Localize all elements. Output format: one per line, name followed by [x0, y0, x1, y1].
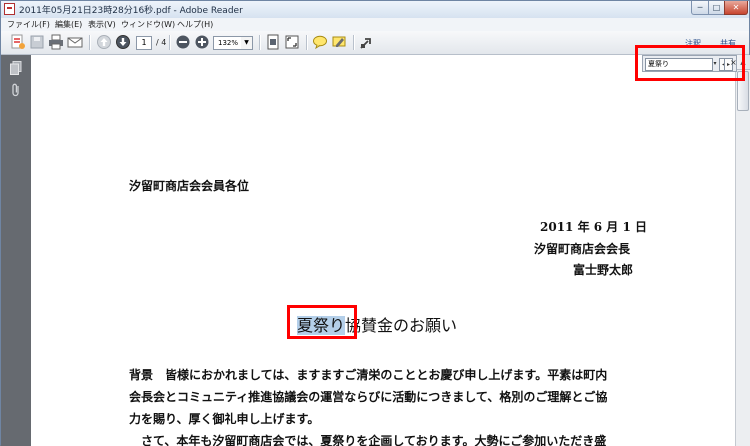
zoom-dropdown-icon[interactable]: ▼: [241, 36, 253, 50]
menu-view[interactable]: 表示(V): [88, 19, 116, 30]
app-window: 2011年05月21日23時28分16秒.pdf - Adobe Reader …: [0, 0, 750, 446]
body-line: 会長会とコミュニティ推進協議会の運営ならびに活動につきまして、格別のご理解とご協: [129, 390, 608, 404]
menu-window[interactable]: ウィンドウ(W): [121, 19, 175, 30]
create-pdf-icon[interactable]: [10, 34, 26, 50]
letter-date: 2011 年 6 月 1 日: [540, 220, 647, 234]
menu-help[interactable]: ヘルプ(H): [177, 19, 213, 30]
fit-page-icon[interactable]: [265, 34, 281, 50]
body-line: 力を賜り、厚く御礼申し上げます。: [129, 412, 320, 426]
save-icon[interactable]: [29, 34, 45, 50]
vertical-scrollbar[interactable]: ▲: [735, 55, 750, 446]
previous-page-icon[interactable]: [96, 34, 112, 50]
toolbar-separator: [306, 35, 308, 50]
toolbar-separator: [89, 35, 91, 50]
find-annotation-box: [635, 45, 745, 81]
zoom-out-icon[interactable]: [175, 34, 191, 50]
toolbar-separator: [353, 35, 355, 50]
pages-panel-icon[interactable]: [10, 61, 22, 75]
heading-rest: 協賛金のお願い: [345, 316, 458, 335]
window-title: 2011年05月21日23時28分16秒.pdf - Adobe Reader: [19, 6, 243, 16]
addressee: 汐留町商店会会員各位: [129, 179, 250, 193]
document-page: 汐留町商店会会員各位 2011 年 6 月 1 日 汐留町商店会会長 富士野太郎…: [31, 55, 735, 446]
zoom-in-icon[interactable]: [194, 34, 210, 50]
sender-organization: 汐留町商店会会長: [534, 242, 631, 256]
adobe-reader-icon: [4, 3, 15, 15]
expand-icon[interactable]: [359, 34, 375, 50]
highlight-annotation-box: [287, 305, 357, 339]
print-icon[interactable]: [48, 34, 64, 50]
zoom-level-input[interactable]: 132%: [213, 36, 243, 50]
next-page-icon[interactable]: [115, 34, 131, 50]
minimize-button[interactable]: ─: [691, 1, 709, 15]
maximize-button[interactable]: □: [708, 1, 725, 15]
body-line: さて、本年も汐留町商店会では、夏祭りを企画しております。大勢にご参加いただき盛: [129, 434, 607, 446]
email-icon[interactable]: [67, 34, 83, 50]
full-screen-icon[interactable]: [284, 34, 300, 50]
menu-bar: ファイル(F) 編集(E) 表示(V) ウィンドウ(W) ヘルプ(H): [1, 18, 749, 32]
sender-name: 富士野太郎: [573, 263, 634, 277]
body-line: 背景 皆様におかれましては、ますますご清栄のこととお慶び申し上げます。平素は町内: [129, 368, 608, 382]
navigation-pane: [1, 55, 31, 446]
toolbar-separator: [169, 35, 171, 50]
toolbar-separator: [259, 35, 261, 50]
title-bar: 2011年05月21日23時28分16秒.pdf - Adobe Reader …: [1, 1, 749, 18]
sticky-note-icon[interactable]: [312, 34, 328, 50]
page-total: / 4: [156, 38, 167, 47]
close-button[interactable]: ✕: [724, 1, 748, 15]
attachments-icon[interactable]: [10, 83, 22, 97]
menu-file[interactable]: ファイル(F): [7, 19, 50, 30]
highlight-text-icon[interactable]: [331, 34, 347, 50]
page-number-input[interactable]: 1: [136, 36, 152, 50]
menu-edit[interactable]: 編集(E): [55, 19, 82, 30]
